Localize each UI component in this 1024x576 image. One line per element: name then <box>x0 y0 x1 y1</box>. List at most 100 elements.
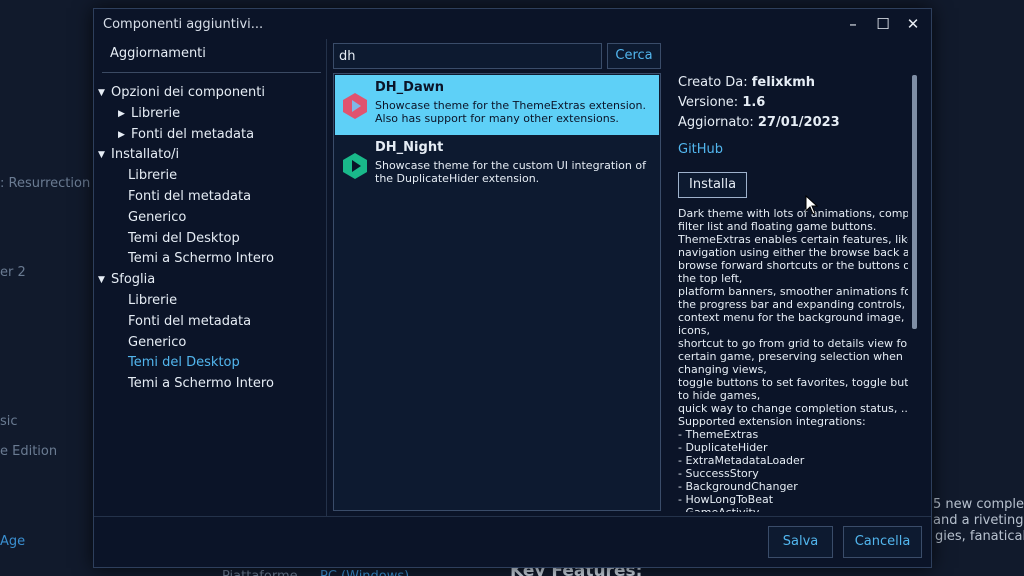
caret-down-icon[interactable]: ▼ <box>98 83 110 104</box>
description-line: platform banners, smoother animations fo… <box>678 285 908 298</box>
bg-pc: PC (Windows) <box>320 569 409 576</box>
sidebar-item-fonti-del-metadata[interactable]: Fonti del metadata <box>94 187 327 208</box>
install-button[interactable]: Installa <box>678 172 748 198</box>
bg-piattaforma: Piattaforme <box>222 569 298 576</box>
description-line: - DuplicateHider <box>678 441 768 454</box>
sidebar-item-label: Temi a Schermo Intero <box>128 376 274 392</box>
caret-right-icon[interactable]: ▶ <box>118 104 130 125</box>
close-icon[interactable]: ✕ <box>905 16 921 32</box>
maximize-icon[interactable]: ☐ <box>875 16 891 32</box>
sidebar-item-label: Fonti del metadata <box>128 188 252 204</box>
sidebar-item-temi-a-schermo-intero[interactable]: Temi a Schermo Intero <box>94 249 327 270</box>
created-by-label: Creato Da: <box>678 75 748 90</box>
description-line: to hide games, <box>678 389 761 402</box>
dialog-title: Componenti aggiuntivi... <box>103 16 264 32</box>
sidebar-item-updates[interactable]: Aggiornamenti <box>110 46 206 61</box>
sidebar-item-temi-del-desktop[interactable]: Temi del Desktop <box>94 229 327 250</box>
sidebar-item-label: Temi del Desktop <box>128 230 240 246</box>
bg-er2: er 2 <box>0 265 26 280</box>
description-line: context menu for the background image, l… <box>678 311 908 324</box>
description-line: Dark theme with lots of animations, comp… <box>678 207 908 220</box>
addon-summary: Showcase theme for the ThemeExtras exten… <box>375 99 646 125</box>
sidebar-item-generico[interactable]: Generico <box>94 333 327 354</box>
search-input[interactable] <box>333 43 602 69</box>
bg-sic: sic <box>0 414 18 429</box>
github-link[interactable]: GitHub <box>678 142 723 157</box>
version-label: Versione: <box>678 95 739 110</box>
bg-new-complex: 5 new complex, <box>933 497 1024 512</box>
dh-dawn-icon <box>341 92 369 120</box>
updated-value: 27/01/2023 <box>757 115 840 130</box>
description-line: navigation using either the browse back … <box>678 246 908 259</box>
description-line: filter list and floating game buttons. <box>678 220 877 233</box>
caret-down-icon[interactable]: ▼ <box>98 145 110 166</box>
sidebar-divider <box>102 72 321 73</box>
sidebar-item-temi-del-desktop[interactable]: Temi del Desktop <box>94 353 327 374</box>
sidebar-item-fonti-del-metadata[interactable]: Fonti del metadata <box>94 312 327 333</box>
sidebar-item-librerie[interactable]: ▶ Librerie <box>94 104 327 125</box>
description-line: - HowLongToBeat <box>678 493 774 506</box>
description-scrollbar[interactable] <box>912 75 917 329</box>
list-item[interactable]: DH_Dawn Showcase theme for the ThemeExtra… <box>335 75 659 135</box>
sidebar-item-fonti-del-metadata[interactable]: ▶ Fonti del metadata <box>94 125 327 146</box>
sidebar-item-temi-a-schermo-intero[interactable]: Temi a Schermo Intero <box>94 374 327 395</box>
sidebar-item-librerie[interactable]: Librerie <box>94 166 327 187</box>
list-item-text: DH_Dawn Showcase theme for the ThemeExtra… <box>375 79 655 135</box>
description-line: - GameActivity <box>678 506 908 512</box>
minimize-icon[interactable]: – <box>845 16 861 32</box>
description-line: Supported extension integrations: <box>678 415 866 428</box>
created-by-value: felixkmh <box>751 75 815 90</box>
results-list: DH_Dawn Showcase theme for the ThemeExtra… <box>333 73 661 511</box>
created-by-row: Creato Da: felixkmh <box>678 73 914 93</box>
bg-age: Age <box>0 534 26 549</box>
description-line: - SuccessStory <box>678 467 759 480</box>
sidebar-item-librerie[interactable]: Librerie <box>94 291 327 312</box>
save-button[interactable]: Salva <box>768 526 833 558</box>
sidebar-item-label: Opzioni dei componenti <box>111 85 266 100</box>
caret-down-icon[interactable]: ▼ <box>98 270 110 291</box>
sidebar-item-label: Fonti del metadata <box>131 126 255 142</box>
sidebar-item-opzioni-dei-componenti[interactable]: ▼ Opzioni dei componenti <box>94 83 327 104</box>
bg-resurrection: : Resurrection <box>0 176 91 191</box>
version-row: Versione: 1.6 <box>678 93 914 113</box>
updated-label: Aggiornato: <box>678 115 754 130</box>
dh-night-icon <box>341 152 369 180</box>
sidebar-item-label: Sfoglia <box>111 272 156 288</box>
description-line: icons, <box>678 324 711 337</box>
version-value: 1.6 <box>742 95 766 110</box>
details-panel: Creato Da: felixkmh Versione: 1.6 Aggior… <box>678 73 914 198</box>
sidebar-item-sfoglia[interactable]: ▼ Sfoglia <box>94 270 327 291</box>
description-line: quick way to change completion status, .… <box>678 402 908 415</box>
sidebar-item-generico[interactable]: Generico <box>94 208 327 229</box>
mouse-cursor-icon <box>805 195 819 215</box>
addon-name: DH_Dawn <box>375 80 444 95</box>
list-item-text: DH_Night Showcase theme for the custom UI… <box>375 139 655 195</box>
description-line: ThemeExtras enables certain features, li… <box>678 233 908 246</box>
cancel-button[interactable]: Cancella <box>843 526 922 558</box>
sidebar-item-label: Generico <box>128 334 187 350</box>
sidebar-item-installato-i[interactable]: ▼ Installato/i <box>94 145 327 166</box>
title-bar: Componenti aggiuntivi... – ☐ ✕ <box>94 9 931 39</box>
sidebar-item-label: Temi a Schermo Intero <box>128 251 274 267</box>
description-line: the progress bar and expanding controls,… <box>678 298 908 311</box>
description-line: shortcut to go from grid to details view… <box>678 337 908 350</box>
updated-row: Aggiornato: 27/01/2023 <box>678 113 914 133</box>
description-line: changing views, <box>678 363 767 376</box>
description-line: browse forward shortcuts or the buttons … <box>678 259 908 272</box>
window-controls: – ☐ ✕ <box>845 16 921 32</box>
description-line: certain game, preserving selection when <box>678 350 903 363</box>
sidebar-item-label: Fonti del metadata <box>128 313 252 329</box>
bg-edition: e Edition <box>0 444 58 459</box>
footer-divider <box>94 516 931 517</box>
caret-right-icon[interactable]: ▶ <box>118 125 130 146</box>
sidebar-item-label: Installato/i <box>111 147 180 163</box>
sidebar: Aggiornamenti ▼ Opzioni dei componenti ▶ Li… <box>94 39 327 517</box>
addon-description: Dark theme with lots of animations, comp… <box>678 207 908 512</box>
sidebar-item-label: Librerie <box>131 105 181 121</box>
search-button[interactable]: Cerca <box>607 43 661 69</box>
list-item[interactable]: DH_Night Showcase theme for the custom UI… <box>335 135 659 195</box>
description-line: - ExtraMetadataLoader <box>678 454 805 467</box>
sidebar-item-label: Generico <box>128 209 187 225</box>
addon-summary: Showcase theme for the custom UI integra… <box>375 159 646 185</box>
description-line: the top left, <box>678 272 743 285</box>
